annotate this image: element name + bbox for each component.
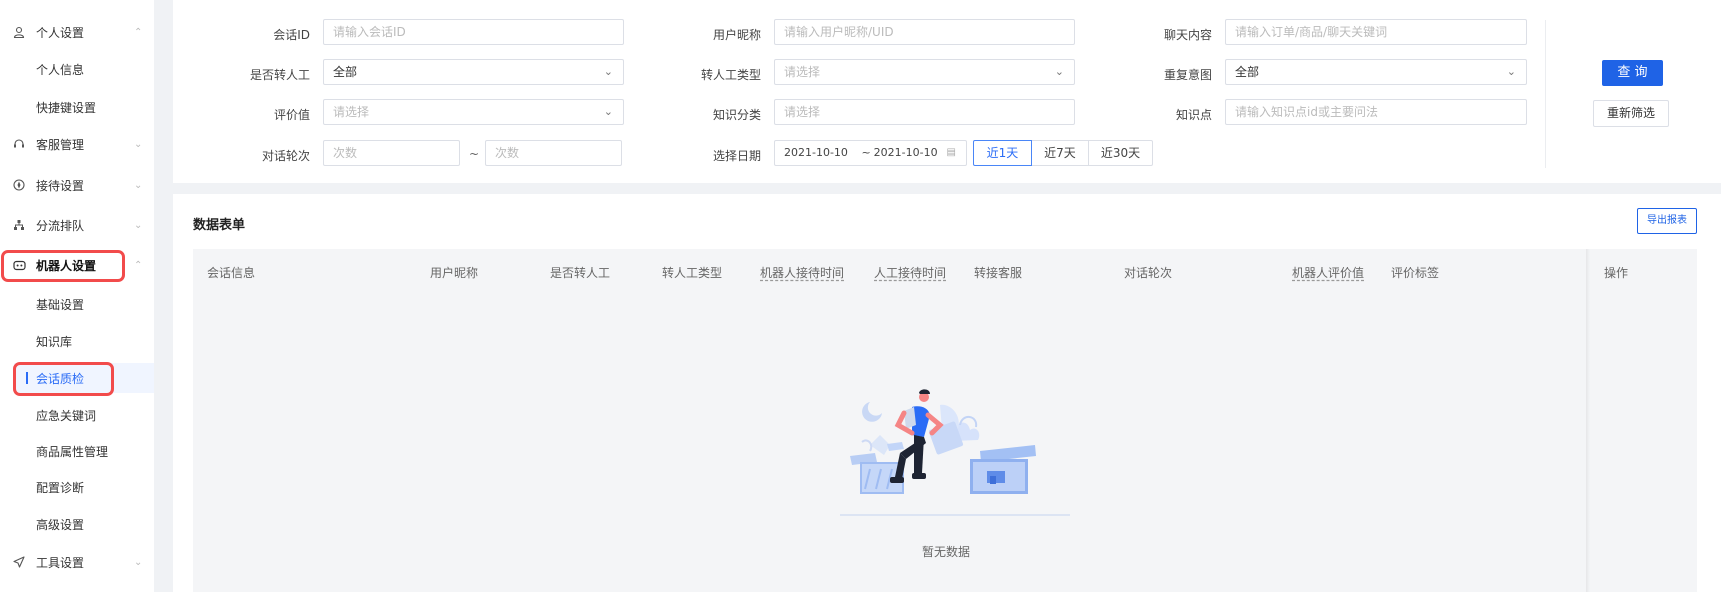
highlight-robot-settings xyxy=(1,250,125,282)
calendar-icon: ▤ xyxy=(946,147,956,158)
sidebar-item-personal-settings[interactable]: 个人设置 ⌃ xyxy=(0,17,154,47)
sidebar-item-label: 工具设置 xyxy=(36,555,85,570)
highlight-session-qa xyxy=(13,362,114,396)
sidebar-item-label: 接待设置 xyxy=(36,178,85,193)
empty-state-text: 暂无数据 xyxy=(922,545,971,559)
column-header-transfer-type: 转人工类型 xyxy=(662,266,723,280)
sidebar-item-product-attributes[interactable]: 商品属性管理 xyxy=(0,436,154,466)
transfer-type-select[interactable]: 请选择 ⌄ xyxy=(774,59,1075,85)
column-header-robot-rating[interactable]: 机器人评价值 xyxy=(1292,264,1364,281)
chat-content-label: 聊天内容 xyxy=(1163,28,1212,42)
transfer-type-label: 转人工类型 xyxy=(700,68,761,82)
sidebar-item-knowledge-base[interactable]: 知识库 xyxy=(0,326,154,356)
filter-divider xyxy=(1545,20,1546,168)
rounds-separator: ~ xyxy=(469,147,480,161)
sidebar-item-advanced-settings[interactable]: 高级设置 xyxy=(0,509,154,539)
sidebar-item-label: 知识库 xyxy=(36,334,73,349)
range-30-day-button[interactable]: 近30天 xyxy=(1088,140,1153,166)
chevron-down-icon: ⌄ xyxy=(134,179,143,191)
rounds-to-input[interactable]: 次数 xyxy=(485,140,622,166)
sidebar-item-reception-settings[interactable]: 接待设置 ⌄ xyxy=(0,170,154,200)
compass-icon xyxy=(12,178,26,192)
transfer-type-placeholder: 请选择 xyxy=(784,65,821,79)
column-header-rating-tags: 评价标签 xyxy=(1391,266,1440,280)
empty-state-illustration xyxy=(840,389,1070,516)
repeat-intent-value: 全部 xyxy=(1235,65,1260,79)
session-id-label: 会话ID xyxy=(273,28,310,42)
sidebar-item-service-management[interactable]: 客服管理 ⌄ xyxy=(0,129,154,159)
sidebar-item-queue-routing[interactable]: 分流排队 ⌄ xyxy=(0,210,154,240)
sidebar-item-label: 个人设置 xyxy=(36,25,85,40)
sidebar-item-tool-settings[interactable]: 工具设置 ⌄ xyxy=(0,547,154,577)
sidebar: 个人设置 ⌃ 个人信息 快捷键设置 客服管理 ⌄ 接待设置 ⌄ 分流排队 ⌄ 机… xyxy=(0,0,154,592)
rating-label: 评价值 xyxy=(273,108,310,122)
chevron-up-icon: ⌃ xyxy=(134,259,143,271)
fixed-column-shadow xyxy=(1586,249,1590,592)
chevron-down-icon: ⌄ xyxy=(603,105,613,118)
column-header-rounds: 对话轮次 xyxy=(1124,266,1173,280)
rating-placeholder: 请选择 xyxy=(333,105,370,119)
hierarchy-icon xyxy=(12,218,26,232)
column-header-nickname: 用户昵称 xyxy=(430,266,479,280)
sidebar-item-label: 基础设置 xyxy=(36,297,85,312)
column-header-robot-time[interactable]: 机器人接待时间 xyxy=(760,264,844,281)
sidebar-item-label: 个人信息 xyxy=(36,62,85,77)
nickname-label: 用户昵称 xyxy=(712,28,761,42)
sidebar-item-config-diagnosis[interactable]: 配置诊断 xyxy=(0,472,154,502)
sidebar-item-personal-info[interactable]: 个人信息 xyxy=(0,54,154,84)
reset-filter-button[interactable]: 重新筛选 xyxy=(1593,100,1669,127)
column-header-actions: 操作 xyxy=(1604,266,1629,280)
send-icon xyxy=(12,555,26,569)
chevron-down-icon: ⌄ xyxy=(134,138,143,150)
sidebar-item-label: 高级设置 xyxy=(36,517,85,532)
date-range-picker[interactable]: 2021-10-10 ~2021-10-10 ▤ xyxy=(774,140,967,166)
column-header-session-info: 会话信息 xyxy=(207,266,256,280)
range-7-day-button[interactable]: 近7天 xyxy=(1031,140,1089,166)
knowledge-category-select[interactable]: 请选择 xyxy=(774,99,1075,125)
chevron-up-icon: ⌃ xyxy=(134,26,143,38)
chat-content-input[interactable]: 请输入订单/商品/聊天关键词 xyxy=(1225,19,1527,45)
date-end: 2021-10-10 xyxy=(873,146,938,159)
chevron-down-icon: ⌄ xyxy=(1506,65,1516,78)
sidebar-item-basic-settings[interactable]: 基础设置 xyxy=(0,289,154,319)
sidebar-item-shortcut-settings[interactable]: 快捷键设置 xyxy=(0,92,154,122)
knowledge-point-input[interactable]: 请输入知识点id或主要问法 xyxy=(1225,99,1527,125)
column-header-transfer-agent: 转接客服 xyxy=(974,266,1023,280)
repeat-intent-label: 重复意图 xyxy=(1163,68,1212,82)
repeat-intent-select[interactable]: 全部 ⌄ xyxy=(1225,59,1527,85)
range-1-day-button[interactable]: 近1天 xyxy=(973,140,1032,166)
chevron-down-icon: ⌄ xyxy=(134,219,143,231)
rounds-label: 对话轮次 xyxy=(261,149,310,163)
sidebar-item-label: 分流排队 xyxy=(36,218,85,233)
sidebar-item-label: 商品属性管理 xyxy=(36,444,109,459)
user-icon xyxy=(12,25,26,39)
date-start: 2021-10-10 xyxy=(784,146,848,159)
column-header-human-time[interactable]: 人工接待时间 xyxy=(874,264,946,281)
sidebar-item-label: 应急关键词 xyxy=(36,408,97,423)
query-button[interactable]: 查 询 xyxy=(1602,60,1663,86)
sidebar-item-emergency-keywords[interactable]: 应急关键词 xyxy=(0,400,154,430)
export-report-button[interactable]: 导出报表 xyxy=(1637,208,1697,234)
knowledge-point-label: 知识点 xyxy=(1175,108,1212,122)
session-id-input[interactable]: 请输入会话ID xyxy=(323,19,624,45)
knowledge-category-label: 知识分类 xyxy=(712,108,761,122)
date-separator: ~ xyxy=(861,146,871,159)
sidebar-item-label: 客服管理 xyxy=(36,137,85,152)
sidebar-item-label: 配置诊断 xyxy=(36,480,85,495)
transfer-select-value: 全部 xyxy=(333,65,358,79)
column-header-transferred: 是否转人工 xyxy=(550,266,611,280)
date-label: 选择日期 xyxy=(712,149,761,163)
transfer-label: 是否转人工 xyxy=(249,68,310,82)
sidebar-item-label: 快捷键设置 xyxy=(36,100,97,115)
transfer-select[interactable]: 全部 ⌄ xyxy=(323,59,624,85)
table-title: 数据表单 xyxy=(193,218,246,233)
nickname-input[interactable]: 请输入用户昵称/UID xyxy=(774,19,1075,45)
chevron-down-icon: ⌄ xyxy=(134,556,143,568)
rounds-from-input[interactable]: 次数 xyxy=(323,140,460,166)
chevron-down-icon: ⌄ xyxy=(1054,65,1064,78)
chevron-down-icon: ⌄ xyxy=(603,65,613,78)
rating-select[interactable]: 请选择 ⌄ xyxy=(323,99,624,125)
headset-icon xyxy=(12,137,26,151)
